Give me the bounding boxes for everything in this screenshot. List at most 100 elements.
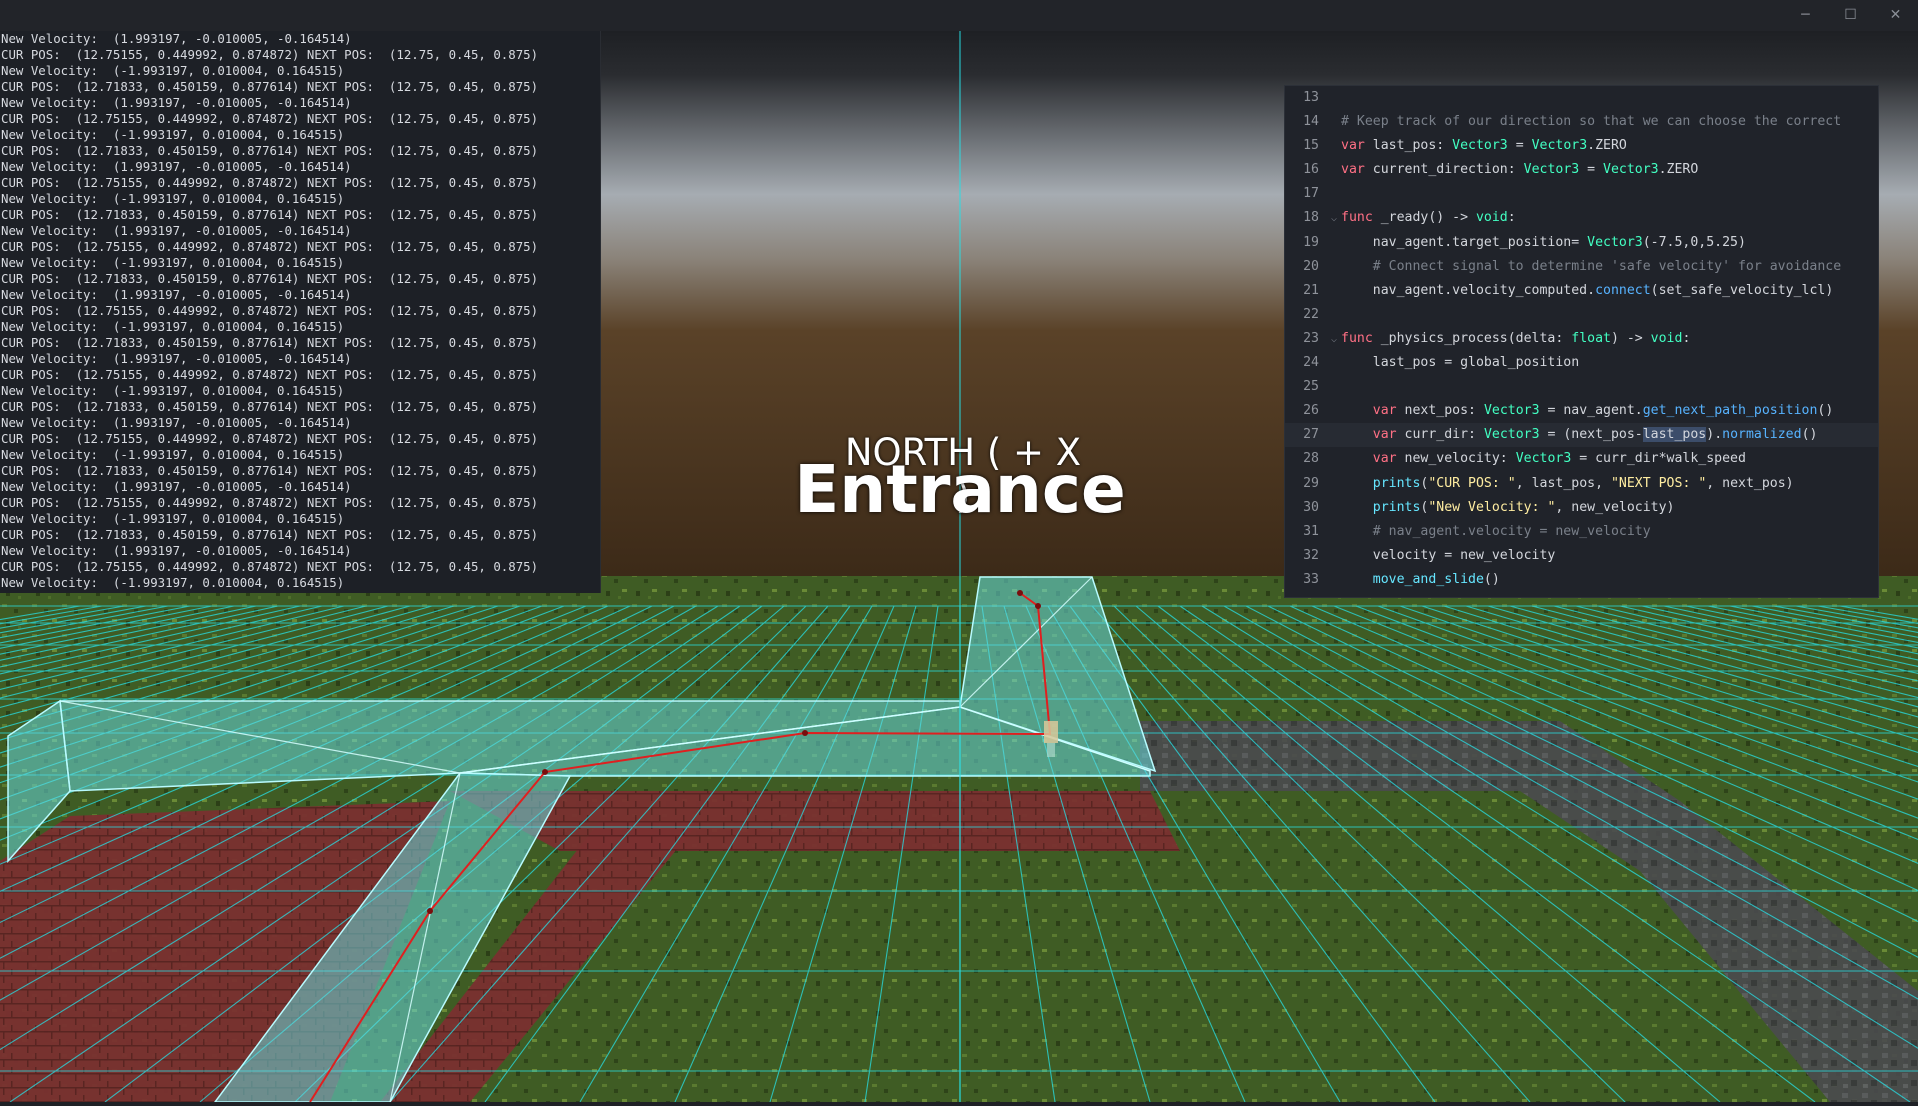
code-token: , last_pos, xyxy=(1515,475,1611,491)
code-line[interactable]: 22 xyxy=(1285,303,1878,327)
code-line[interactable]: 15 var last_pos: Vector3 = Vector3.ZERO xyxy=(1285,134,1878,158)
code-token: Vector3 xyxy=(1531,138,1588,154)
code-line[interactable]: 16 var current_direction: Vector3 = Vecto… xyxy=(1285,158,1878,182)
code-line[interactable]: 34 xyxy=(1285,592,1878,597)
code-token: nav_agent.velocity_computed. xyxy=(1341,282,1596,298)
console-line: New Velocity: (1.993197, -0.010005, -0.1… xyxy=(1,95,352,110)
code-token: ). xyxy=(1706,427,1723,443)
game-viewport[interactable]: New Velocity: (1.993197, -0.010005, -0.1… xyxy=(0,31,1918,1103)
line-number: 19 xyxy=(1303,234,1319,250)
script-editor[interactable]: 13 14 # Keep track of our direction so tha… xyxy=(1284,85,1879,598)
code-token: prints xyxy=(1372,475,1421,491)
code-line[interactable]: 24 last_pos = global_position xyxy=(1285,351,1878,375)
code-line[interactable]: 32 velocity = new_velocity xyxy=(1285,544,1878,568)
console-line: CUR POS: (12.75155, 0.449992, 0.874872) … xyxy=(1,367,539,382)
code-token: (-7.5,0,5.25) xyxy=(1642,234,1746,250)
code-token: nav_agent.target_position= xyxy=(1341,234,1588,250)
code-line[interactable]: 30 prints("New Velocity: ", new_velocity… xyxy=(1285,496,1878,520)
code-line[interactable]: 21 nav_agent.velocity_computed.connect(s… xyxy=(1285,279,1878,303)
code-token: () xyxy=(1483,571,1500,587)
code-token: var xyxy=(1372,427,1397,443)
code-line[interactable]: 13 xyxy=(1285,86,1878,110)
code-line[interactable]: 17 xyxy=(1285,182,1878,206)
line-number: 23 xyxy=(1303,330,1319,346)
code-token: # nav_agent.velocity = new_velocity xyxy=(1341,523,1651,539)
line-number: 25 xyxy=(1303,379,1319,395)
code-lines: 13 14 # Keep track of our direction so tha… xyxy=(1285,86,1878,597)
code-line[interactable]: 26 var next_pos: Vector3 = nav_agent.get… xyxy=(1285,399,1878,423)
console-line: CUR POS: (12.71833, 0.450159, 0.877614) … xyxy=(1,79,539,94)
code-text: # Keep track of our direction so that we… xyxy=(1341,114,1841,129)
code-token: "CUR POS: " xyxy=(1428,475,1516,491)
code-token: func xyxy=(1341,330,1373,346)
code-token: prints xyxy=(1372,499,1421,515)
code-token: .ZERO xyxy=(1587,138,1627,154)
line-number: 13 xyxy=(1303,90,1319,105)
minimize-icon[interactable]: ─ xyxy=(1783,0,1828,31)
console-line: CUR POS: (12.71833, 0.450159, 0.877614) … xyxy=(1,335,539,350)
code-text: var new_velocity: Vector3 = curr_dir*wal… xyxy=(1341,451,1746,466)
code-line[interactable]: 20 # Connect signal to determine 'safe v… xyxy=(1285,255,1878,279)
code-text: prints("CUR POS: ", last_pos, "NEXT POS:… xyxy=(1341,476,1794,491)
console-line: New Velocity: (1.993197, -0.010005, -0.1… xyxy=(1,351,352,366)
code-token: next_pos: xyxy=(1396,403,1484,419)
code-line[interactable]: 23 ⌵ func _physics_process(delta: float) -… xyxy=(1285,327,1878,351)
code-text: last_pos = global_position xyxy=(1341,355,1579,370)
console-line: CUR POS: (12.71833, 0.450159, 0.877614) … xyxy=(1,527,539,542)
code-text: func _ready() -> void: xyxy=(1341,210,1516,225)
code-token: "NEXT POS: " xyxy=(1610,475,1707,491)
console-line: New Velocity: (1.993197, -0.010005, -0.1… xyxy=(1,223,352,238)
code-token: connect xyxy=(1595,282,1651,298)
console-line: New Velocity: (1.993197, -0.010005, -0.1… xyxy=(1,159,352,174)
code-token: ) -> xyxy=(1610,330,1651,346)
code-line[interactable]: 14 # Keep track of our direction so that … xyxy=(1285,110,1878,134)
code-token: # Keep track of our direction so that we… xyxy=(1341,114,1842,130)
brick-walkway-center xyxy=(450,791,1180,851)
console-line: New Velocity: (1.993197, -0.010005, -0.1… xyxy=(1,415,352,430)
code-line[interactable]: 25 xyxy=(1285,375,1878,399)
code-text: # Connect signal to determine 'safe velo… xyxy=(1341,259,1841,274)
fold-chevron-icon[interactable]: ⌵ xyxy=(1327,207,1341,231)
fold-chevron-icon[interactable]: ⌵ xyxy=(1327,328,1341,352)
code-token: () xyxy=(1817,403,1834,419)
code-line[interactable]: 29 prints("CUR POS: ", last_pos, "NEXT P… xyxy=(1285,472,1878,496)
code-token: = curr_dir*walk_speed xyxy=(1571,451,1746,467)
code-text: var last_pos: Vector3 = Vector3.ZERO xyxy=(1341,138,1627,153)
code-text: var curr_dir: Vector3 = (next_pos-last_p… xyxy=(1341,427,1817,443)
code-token: var xyxy=(1341,138,1365,154)
code-text: move_and_slide() xyxy=(1341,572,1500,587)
console-line: CUR POS: (12.75155, 0.449992, 0.874872) … xyxy=(1,431,539,446)
code-token: # Connect signal to determine 'safe velo… xyxy=(1341,258,1842,274)
console-line: CUR POS: (12.75155, 0.449992, 0.874872) … xyxy=(1,239,539,254)
line-number: 26 xyxy=(1303,403,1319,419)
close-icon[interactable]: ✕ xyxy=(1873,0,1918,31)
code-token: : xyxy=(1507,210,1516,226)
output-console[interactable]: New Velocity: (1.993197, -0.010005, -0.1… xyxy=(0,31,601,593)
line-number: 18 xyxy=(1303,210,1319,226)
code-text: var next_pos: Vector3 = nav_agent.get_ne… xyxy=(1341,403,1834,419)
maximize-icon[interactable]: ☐ xyxy=(1828,0,1873,31)
code-token: (set_safe_velocity_lcl) xyxy=(1650,282,1834,298)
code-token: , next_pos) xyxy=(1706,475,1794,491)
code-line[interactable]: 19 nav_agent.target_position= Vector3(-7… xyxy=(1285,231,1878,255)
code-token: Vector3 xyxy=(1587,234,1643,250)
console-line: New Velocity: (-1.993197, 0.010004, 0.16… xyxy=(1,447,345,462)
line-number: 29 xyxy=(1303,475,1319,491)
console-line: New Velocity: (-1.993197, 0.010004, 0.16… xyxy=(1,255,345,270)
console-line: CUR POS: (12.75155, 0.449992, 0.874872) … xyxy=(1,559,539,574)
code-line[interactable]: 31 # nav_agent.velocity = new_velocity xyxy=(1285,520,1878,544)
console-line: CUR POS: (12.75155, 0.449992, 0.874872) … xyxy=(1,175,539,190)
line-number: 22 xyxy=(1303,306,1319,322)
code-line[interactable]: 33 move_and_slide() xyxy=(1285,568,1878,592)
line-number: 21 xyxy=(1303,282,1319,298)
code-token: func xyxy=(1341,210,1373,226)
code-line[interactable]: 27 var curr_dir: Vector3 = (next_pos-las… xyxy=(1285,423,1878,448)
code-token: var xyxy=(1341,162,1365,178)
code-token: new_velocity: xyxy=(1396,451,1516,467)
code-line[interactable]: 18 ⌵ func _ready() -> void: xyxy=(1285,206,1878,230)
code-line[interactable]: 28 var new_velocity: Vector3 = curr_dir*… xyxy=(1285,447,1878,471)
